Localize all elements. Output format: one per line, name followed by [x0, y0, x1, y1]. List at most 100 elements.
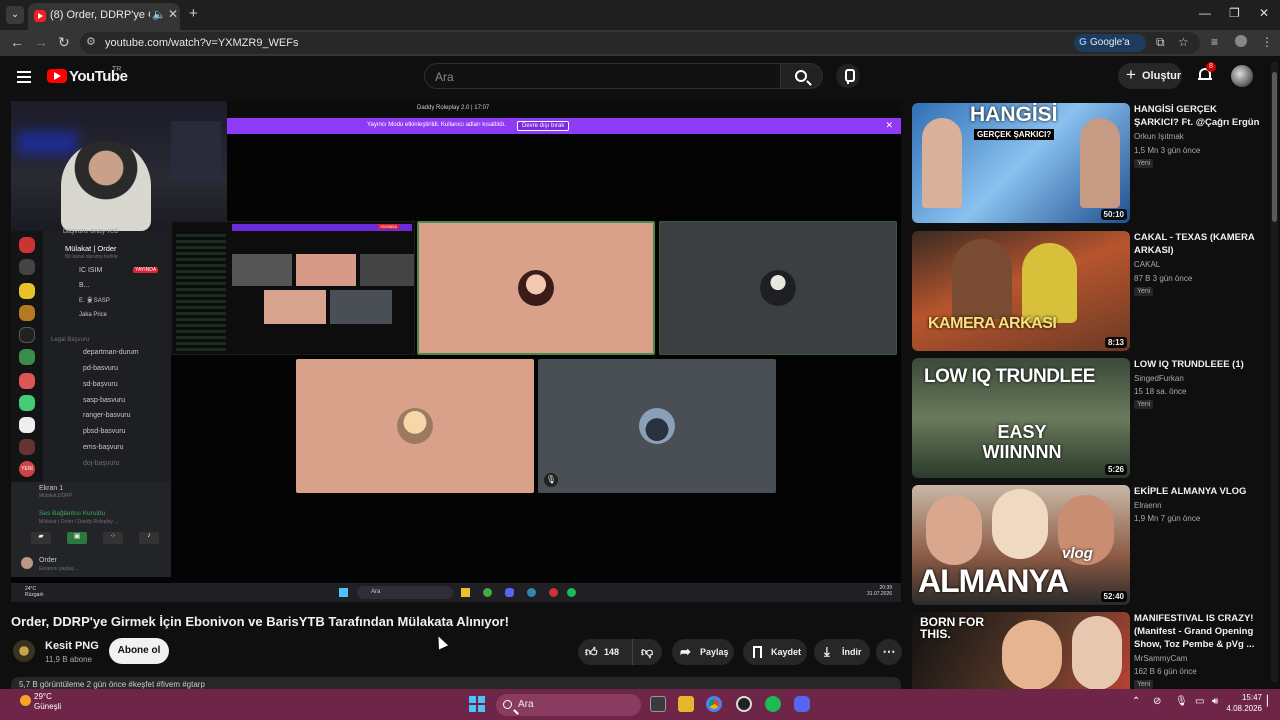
tray-network-icon[interactable]: ▭ — [1195, 696, 1204, 707]
start-button-icon[interactable] — [469, 696, 485, 712]
browser-menu-icon[interactable]: ⋮ — [1261, 35, 1273, 49]
tray-volume-icon[interactable]: 🔊︎ — [1212, 696, 1218, 707]
minimize-icon[interactable]: — — [1199, 6, 1211, 20]
voice-connected-label: Ses Bağlantısı Kuruldu — [39, 510, 106, 517]
youtube-logo-icon[interactable] — [47, 69, 67, 83]
browser-tab-youtube[interactable]: (8) Order, DDRP'ye Girmek İçin Ebonivon … — [28, 3, 180, 30]
create-button[interactable]: Oluştur — [1118, 62, 1182, 89]
recommended-title[interactable]: HANGİSİ GERÇEK ŞARKICI? Ft. @Çağrı Ergün — [1134, 103, 1264, 129]
recommended-title[interactable]: EKİPLE ALMANYA VLOG — [1134, 485, 1264, 498]
browser-tab-bar: ⌄ (8) Order, DDRP'ye Girmek İçin Ebonivo… — [0, 0, 1280, 30]
download-button[interactable]: ⤓ İndir — [814, 639, 870, 665]
share-button[interactable]: ➦ Paylaş — [672, 639, 734, 665]
voice-member: IC ISIM — [79, 267, 103, 274]
recommended-video[interactable]: LOW IQ TRUNDLEE EASY WIINNNN 5:26 LOW IQ… — [912, 358, 1267, 478]
weather-widget[interactable]: 29°C Güneşli — [20, 692, 61, 712]
spotify-icon[interactable] — [765, 696, 781, 712]
recommended-title[interactable]: CAKAL - TEXAS (KAMERA ARKASI) — [1134, 231, 1264, 257]
recommended-channel[interactable]: MrSammyCam — [1134, 654, 1187, 663]
duration-badge: 8:13 — [1104, 337, 1127, 348]
back-icon[interactable]: ← — [10, 34, 24, 50]
omnibox[interactable]: ⚙ youtube.com/watch?v=YXMZR9_WEFs — [80, 32, 1200, 54]
bookmark-star-icon[interactable]: ☆ — [1178, 35, 1189, 49]
recommended-channel[interactable]: CAKAL — [1134, 260, 1160, 269]
steam-icon[interactable] — [736, 696, 752, 712]
video-thumbnail[interactable]: BORN FOR THIS. — [912, 612, 1130, 689]
inner-start-icon — [339, 588, 348, 597]
channel-avatar[interactable] — [13, 640, 35, 662]
server-icon — [19, 349, 35, 365]
soundboard-icon: ♪ — [139, 532, 159, 544]
tab-close-icon[interactable]: ✕ — [168, 7, 178, 21]
video-thumbnail[interactable]: vlog ALMANYA 52:40 — [912, 485, 1130, 605]
chrome-icon[interactable] — [706, 696, 722, 712]
inner-clock: 20:39 31.07.2026 — [867, 585, 892, 597]
thumbnail-person — [1080, 118, 1120, 208]
task-view-icon[interactable] — [650, 696, 666, 712]
participant-tile — [659, 221, 897, 355]
voice-search-icon[interactable] — [836, 64, 860, 88]
tab-title: (8) Order, DDRP'ye Girmek İçin Ebonivon — [50, 9, 150, 21]
scrollbar-thumb[interactable] — [1272, 72, 1277, 222]
video-thumbnail[interactable]: HANGİSİ GERÇEK ŞARKICI? 50:10 — [912, 103, 1130, 223]
recommended-meta: 1,5 Mn 3 gün önce — [1134, 146, 1201, 155]
forward-icon[interactable]: → — [34, 34, 48, 50]
subscribe-button[interactable]: Abone ol — [109, 638, 169, 664]
tab-audio-icon[interactable]: 🔈 — [152, 8, 166, 21]
search-input[interactable]: Ara — [424, 63, 781, 89]
save-label: Kaydet — [771, 647, 802, 657]
recommended-video[interactable]: KAMERA ARKASI 8:13 CAKAL - TEXAS (KAMERA… — [912, 231, 1267, 351]
video-player[interactable]: YENİ başvuru-onay-red Mülakat | Order Bi… — [11, 101, 901, 602]
taskbar-search[interactable]: Ara — [496, 694, 641, 716]
tray-app-icon[interactable]: ⊘ — [1153, 696, 1161, 707]
account-avatar[interactable] — [1231, 65, 1253, 87]
live-badge: YAYINDA — [133, 267, 159, 273]
recommended-video[interactable]: BORN FOR THIS. MANIFESTIVAL IS CRAZY! (M… — [912, 612, 1267, 689]
profile-icon[interactable] — [1235, 35, 1247, 47]
site-info-icon[interactable]: ⚙ — [86, 35, 96, 48]
dislike-button[interactable]: 👎︎ — [632, 639, 662, 665]
notifications-bell-icon[interactable]: 8 — [1198, 62, 1216, 82]
tray-overflow-icon[interactable]: ⌃ — [1132, 696, 1140, 707]
restore-icon[interactable]: ❐ — [1229, 6, 1240, 20]
search-button[interactable] — [781, 63, 823, 89]
server-icon — [19, 327, 35, 343]
recommended-channel[interactable]: Elraenn — [1134, 501, 1162, 510]
description-box[interactable]: 5,7 B görüntüleme 2 gün önce #keşfet #fi… — [11, 677, 901, 689]
like-button[interactable]: 👍︎ 148 — [578, 639, 632, 665]
recommended-video[interactable]: vlog ALMANYA 52:40 EKİPLE ALMANYA VLOG E… — [912, 485, 1267, 605]
save-button[interactable]: Kaydet — [743, 639, 807, 665]
taskbar-clock[interactable]: 15:47 4.08.2026 — [1222, 692, 1262, 714]
video-thumbnail[interactable]: KAMERA ARKASI 8:13 — [912, 231, 1130, 351]
install-app-icon[interactable]: ⧉ — [1156, 35, 1165, 50]
notification-center-icon[interactable]: ▏ — [1267, 696, 1275, 707]
recommended-title[interactable]: MANIFESTIVAL IS CRAZY! (Manifest - Grand… — [1134, 612, 1264, 651]
server-icon — [19, 305, 35, 321]
more-actions-button[interactable]: ⋯ — [876, 639, 902, 665]
thumbs-up-icon: 👍︎ — [585, 645, 598, 659]
discord-icon[interactable] — [794, 696, 810, 712]
page-scrollbar[interactable] — [1271, 62, 1278, 682]
google-ask-button[interactable]: Google'a Sor — [1074, 34, 1146, 66]
hamburger-menu-icon[interactable] — [17, 71, 31, 83]
voice-member: B... — [79, 282, 90, 289]
media-control-icon[interactable]: ≡ — [1211, 35, 1218, 49]
window-close-icon[interactable]: ✕ — [1259, 6, 1269, 20]
url-text[interactable]: youtube.com/watch?v=YXMZR9_WEFs — [105, 37, 299, 49]
streamer-mode-text: Yayıncı Modu etkinleştirildi. Kullanıcı … — [367, 122, 506, 128]
recommended-channel[interactable]: SingedFurkan — [1134, 374, 1184, 383]
channel-name[interactable]: Kesit PNG — [45, 640, 99, 652]
file-explorer-icon[interactable] — [678, 696, 694, 712]
webcam-light — [17, 131, 77, 155]
reload-icon[interactable]: ↻ — [58, 34, 70, 51]
video-thumbnail[interactable]: LOW IQ TRUNDLEE EASY WIINNNN 5:26 — [912, 358, 1130, 478]
recommended-channel[interactable]: Orkun Işıtmak — [1134, 132, 1184, 141]
recommended-video[interactable]: HANGİSİ GERÇEK ŞARKICI? 50:10 HANGİSİ GE… — [912, 103, 1267, 223]
tray-mic-icon[interactable]: 🎙︎ — [1175, 696, 1188, 707]
participant-tile — [417, 221, 655, 355]
weather-condition: Güneşli — [34, 702, 62, 711]
tab-search-icon[interactable]: ⌄ — [6, 6, 24, 24]
participant-avatar — [639, 408, 675, 444]
recommended-title[interactable]: LOW IQ TRUNDLEEE (1) — [1134, 358, 1264, 371]
new-tab-icon[interactable]: + — [189, 5, 198, 22]
